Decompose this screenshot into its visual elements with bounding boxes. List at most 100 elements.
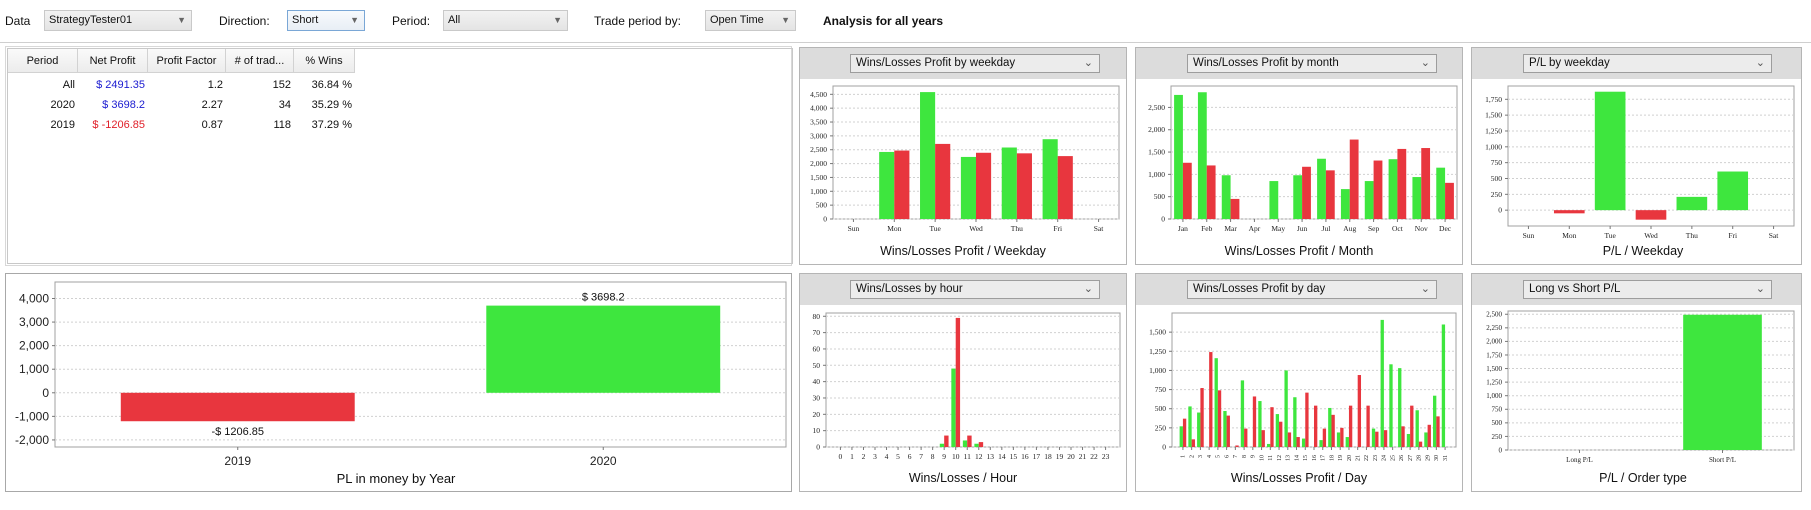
x-tick-label: Wed bbox=[1644, 231, 1658, 240]
win-bar bbox=[1293, 397, 1297, 447]
cell-net-profit: $ -1206.85 bbox=[92, 119, 145, 131]
loss-bar bbox=[1016, 153, 1032, 219]
win-bar bbox=[1441, 324, 1446, 447]
x-tick-label: 6 bbox=[1224, 455, 1230, 458]
y-tick-label: 4,000 bbox=[19, 292, 49, 306]
loss-bar bbox=[1261, 430, 1265, 447]
loss-bar bbox=[1209, 352, 1213, 447]
data-label: -$ 1206.85 bbox=[211, 426, 264, 438]
y-tick-label: 0 bbox=[42, 386, 49, 400]
x-tick-label: Aug bbox=[1343, 224, 1356, 233]
dropdown-arrow-icon: ▼ bbox=[350, 15, 359, 25]
loss-bar bbox=[1182, 162, 1192, 219]
y-tick-label: 500 bbox=[1154, 192, 1166, 201]
y-tick-label: 0 bbox=[1162, 443, 1166, 452]
x-tick-label: Tue bbox=[929, 224, 941, 233]
y-tick-label: 1,250 bbox=[1149, 347, 1166, 356]
cell-period: 2019 bbox=[50, 119, 75, 131]
x-tick-label: 19 bbox=[1056, 452, 1064, 461]
column-header-trades[interactable]: # of trad... bbox=[226, 49, 294, 73]
weekday-chart-panel: Wins/Losses Profit by weekday ⌄ 0 500 1,00… bbox=[799, 47, 1127, 265]
table-row[interactable]: 2019 $ -1206.85 0.87 118 37.29 % bbox=[8, 115, 355, 135]
y-tick-label: 80 bbox=[813, 312, 821, 321]
loss-bar bbox=[1296, 437, 1300, 447]
direction-select[interactable]: Short ▼ bbox=[287, 10, 365, 31]
loss-bar bbox=[1375, 431, 1379, 447]
x-tick-label: 8 bbox=[931, 452, 935, 461]
win-bar bbox=[1424, 432, 1428, 447]
cell-wins: 35.29 % bbox=[311, 99, 352, 111]
win-bar bbox=[1433, 395, 1437, 447]
y-tick-label: 1,000 bbox=[810, 187, 827, 196]
data-label: Data bbox=[5, 14, 31, 28]
win-bar bbox=[1221, 175, 1231, 219]
y-tick-label: 1,500 bbox=[1485, 111, 1502, 120]
day-chart-panel: Wins/Losses Profit by day ⌄ 0 250 500 750 1,… bbox=[1135, 273, 1463, 492]
cell-net-profit: $ 3698.2 bbox=[102, 99, 145, 111]
column-header-wins[interactable]: % Wins bbox=[294, 49, 355, 73]
column-header-profit-factor[interactable]: Profit Factor bbox=[148, 49, 226, 73]
loss-bar bbox=[1235, 445, 1239, 447]
loss-bar bbox=[1436, 416, 1440, 447]
x-tick-label: 30 bbox=[1434, 455, 1440, 461]
cell-net-profit: $ 2491.35 bbox=[96, 79, 145, 91]
chart-type-select[interactable]: P/L by weekday ⌄ bbox=[1523, 54, 1772, 73]
trade-period-select-value: Open Time bbox=[710, 14, 764, 26]
x-tick-label: Jan bbox=[1178, 224, 1188, 233]
cell-trades: 152 bbox=[272, 79, 291, 91]
y-tick-label: 2,500 bbox=[810, 145, 827, 154]
column-header-net-profit[interactable]: Net Profit bbox=[78, 49, 148, 73]
y-tick-label: 2,000 bbox=[1486, 338, 1502, 346]
win-bar bbox=[920, 92, 936, 219]
y-tick-label: 250 bbox=[1492, 433, 1503, 441]
year-chart-panel: -2,000 -1,000 0 1,000 2,000 3,000 4,000 2019 -$ … bbox=[5, 273, 792, 492]
analysis-title: Analysis for all years bbox=[823, 14, 944, 28]
x-tick-label: Oct bbox=[1392, 224, 1404, 233]
loss-bar bbox=[894, 150, 910, 219]
table-row[interactable]: 2020 $ 3698.2 2.27 34 35.29 % bbox=[8, 95, 355, 115]
loss-bar bbox=[1366, 405, 1370, 447]
period-select[interactable]: All ▼ bbox=[443, 10, 568, 31]
x-tick-label: Fri bbox=[1053, 224, 1062, 233]
loss-bar bbox=[976, 152, 992, 219]
hour-chart-panel: Wins/Losses by hour ⌄ 0 10 20 30 40 50 60 70 80 0… bbox=[799, 273, 1127, 492]
loss-bar bbox=[1191, 439, 1195, 447]
y-tick-label: 1,250 bbox=[1486, 378, 1502, 386]
x-axis-title: Wins/Losses Profit / Weekday bbox=[880, 244, 1047, 258]
x-tick-label: Feb bbox=[1201, 224, 1213, 233]
chevron-down-icon: ⌄ bbox=[1420, 57, 1430, 69]
chart-type-select[interactable]: Wins/Losses by hour ⌄ bbox=[850, 280, 1100, 299]
cell-trades: 118 bbox=[273, 119, 291, 131]
cell-period: 2020 bbox=[50, 99, 75, 111]
y-tick-label: 250 bbox=[1155, 423, 1167, 432]
y-tick-label: 0 bbox=[1498, 206, 1502, 215]
direction-label: Direction: bbox=[219, 14, 270, 28]
x-tick-label: Sun bbox=[1523, 231, 1535, 240]
win-bar bbox=[960, 156, 976, 219]
loss-bar bbox=[1244, 428, 1248, 447]
chart-type-select[interactable]: Wins/Losses Profit by weekday ⌄ bbox=[850, 54, 1100, 73]
x-tick-label: 15 bbox=[1303, 455, 1309, 461]
chart-type-select[interactable]: Wins/Losses Profit by month ⌄ bbox=[1187, 54, 1437, 73]
y-tick-label: 2,000 bbox=[1148, 125, 1165, 134]
chevron-down-icon: ⌄ bbox=[1420, 283, 1430, 295]
win-bar bbox=[1406, 433, 1411, 447]
chevron-down-icon: ⌄ bbox=[1755, 283, 1765, 295]
y-tick-label: 0 bbox=[823, 215, 827, 224]
loss-bar bbox=[1206, 165, 1216, 219]
y-tick-label: 10 bbox=[813, 426, 821, 435]
x-axis-title: Wins/Losses / Hour bbox=[909, 471, 1017, 485]
column-header-period[interactable]: Period bbox=[8, 49, 78, 73]
win-bar bbox=[1319, 440, 1323, 447]
trade-period-label: Trade period by: bbox=[594, 14, 681, 28]
x-tick-label: 23 bbox=[1373, 455, 1379, 461]
win-bar bbox=[1258, 401, 1262, 447]
win-bar bbox=[1328, 407, 1332, 447]
chart-type-select[interactable]: Wins/Losses Profit by day ⌄ bbox=[1187, 280, 1437, 299]
trade-period-select[interactable]: Open Time ▼ bbox=[705, 10, 796, 31]
data-select[interactable]: StrategyTester01 ▼ bbox=[44, 10, 192, 31]
y-tick-label: 70 bbox=[813, 328, 821, 337]
x-tick-label: 16 bbox=[1312, 455, 1318, 461]
table-row[interactable]: All $ 2491.35 1.2 152 36.84 % bbox=[8, 75, 355, 95]
chart-type-select[interactable]: Long vs Short P/L ⌄ bbox=[1523, 280, 1772, 299]
